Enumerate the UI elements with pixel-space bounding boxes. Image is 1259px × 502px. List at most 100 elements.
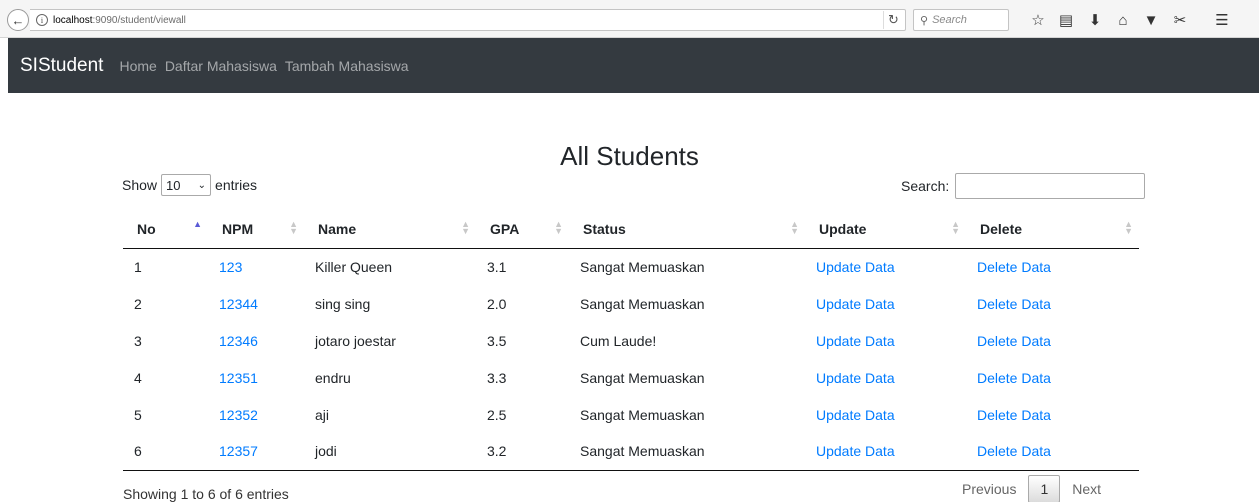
table-search-input[interactable] (955, 173, 1146, 199)
screenshot-icon[interactable]: ✂ (1170, 10, 1190, 30)
delete-data-link[interactable]: Delete Data (966, 322, 1139, 359)
table-row: 3 12346 jotaro joestar 3.5 Cum Laude! Up… (123, 322, 1139, 359)
delete-data-link[interactable]: Delete Data (966, 285, 1139, 322)
cell-status: Sangat Memuaskan (580, 295, 705, 312)
cell-no: 2 (134, 295, 142, 312)
pagination: Previous 1 Next (950, 475, 1113, 502)
sort-icon: ▲ ▼ (554, 219, 563, 236)
column-header-update[interactable]: Update ▲ ▼ (805, 210, 966, 249)
column-header-delete[interactable]: Delete ▲ ▼ (966, 210, 1139, 249)
pocket-icon[interactable]: ▼ (1141, 10, 1161, 30)
cell-status: Sangat Memuaskan (580, 406, 705, 423)
cell-gpa: 3.2 (476, 433, 569, 471)
delete-data-link[interactable]: Delete Data (966, 433, 1139, 471)
cell-no: 4 (134, 369, 142, 386)
table-row: 1 123 Killer Queen 3.1 Sangat Memuaskan … (123, 248, 1139, 285)
page-1-button[interactable]: 1 (1028, 475, 1061, 502)
site-navbar: SIStudent Home Daftar Mahasiswa Tambah M… (8, 38, 1259, 93)
search-icon: ⚲ (920, 14, 929, 27)
column-header-no[interactable]: No ▲ (123, 210, 208, 249)
students-table: No ▲ NPM ▲ ▼ Name ▲ ▼ GPA ▲ ▼ Status ▲ ▼ Update ▲ ▼… (123, 210, 1139, 471)
cell-name: Killer Queen (315, 258, 393, 275)
previous-button[interactable]: Previous (950, 475, 1028, 502)
cell-gpa: 3.3 (487, 369, 507, 386)
menu-icon[interactable]: ☰ (1212, 10, 1232, 30)
sort-asc-icon: ▲ (193, 219, 202, 229)
column-header-status[interactable]: Status ▲ ▼ (569, 210, 805, 249)
info-icon[interactable]: i (36, 14, 48, 26)
delete-data-link[interactable]: Delete Data (966, 396, 1139, 433)
page-title: All Students (560, 141, 699, 171)
delete-data-link[interactable]: Delete Data (966, 359, 1139, 396)
browser-search-placeholder: Search (932, 14, 967, 26)
cell-name: aji (315, 406, 330, 423)
delete-data-link[interactable]: Delete Data (966, 248, 1139, 285)
table-info: Showing 1 to 6 of 6 entries (123, 486, 289, 502)
cell-status: Sangat Memuaskan (580, 258, 705, 275)
npm-link[interactable]: 123 (208, 248, 304, 285)
cell-name: jodi (304, 433, 476, 471)
bookmark-star-icon[interactable]: ☆ (1028, 10, 1048, 30)
column-header-gpa[interactable]: GPA ▲ ▼ (476, 210, 569, 249)
table-search-label: Search: (901, 178, 950, 194)
browser-toolbar: ← i localhost:9090/student/viewall ↻ ⚲ S… (0, 0, 1259, 38)
npm-link[interactable]: 12351 (208, 359, 304, 396)
cell-name: sing sing (315, 295, 371, 312)
browser-search-input[interactable]: ⚲ Search (913, 9, 1009, 31)
table-row: 2 12344 sing sing 2.0 Sangat Memuaskan U… (123, 285, 1139, 322)
next-button[interactable]: Next (1060, 475, 1113, 502)
cell-status: Sangat Memuaskan (580, 369, 705, 386)
length-label-before: Show (122, 177, 158, 193)
cell-gpa: 2.0 (487, 295, 507, 312)
table-row: 6 12357 jodi 3.2 Sangat Memuaskan Update… (123, 433, 1139, 471)
length-value: 10 (166, 177, 181, 193)
update-data-link[interactable]: Update Data (805, 248, 966, 285)
cell-no: 6 (123, 433, 208, 471)
cell-gpa: 3.1 (487, 258, 507, 275)
update-data-link[interactable]: Update Data (805, 396, 966, 433)
npm-link[interactable]: 12352 (208, 396, 304, 433)
cell-status: Cum Laude! (580, 332, 657, 349)
npm-link[interactable]: 12357 (208, 433, 304, 471)
nav-link-daftar-mahasiswa[interactable]: Daftar Mahasiswa (165, 58, 277, 74)
url-path: :9090/student/viewall (92, 14, 186, 26)
reading-list-icon[interactable]: ▤ (1056, 10, 1076, 30)
sort-icon: ▲ ▼ (461, 219, 470, 236)
cell-gpa: 3.5 (487, 332, 507, 349)
url-host: localhost (53, 14, 93, 26)
cell-gpa: 2.5 (487, 406, 507, 423)
npm-link[interactable]: 12344 (208, 285, 304, 322)
nav-link-home[interactable]: Home (119, 58, 156, 74)
nav-link-tambah-mahasiswa[interactable]: Tambah Mahasiswa (285, 58, 409, 74)
sort-icon: ▲ ▼ (790, 219, 799, 236)
update-data-link[interactable]: Update Data (805, 433, 966, 471)
back-arrow-icon[interactable]: ← (7, 9, 29, 31)
sort-icon: ▲ ▼ (951, 219, 960, 236)
entries-length-select[interactable]: 10 ⌄ (161, 174, 212, 196)
chevron-down-icon: ⌄ (197, 179, 207, 191)
navbar-brand[interactable]: SIStudent (8, 55, 103, 77)
cell-no: 3 (134, 332, 142, 349)
table-row: 5 12352 aji 2.5 Sangat Memuaskan Update … (123, 396, 1139, 433)
update-data-link[interactable]: Update Data (805, 322, 966, 359)
update-data-link[interactable]: Update Data (805, 359, 966, 396)
column-header-name[interactable]: Name ▲ ▼ (304, 210, 476, 249)
download-icon[interactable]: ⬇ (1085, 10, 1105, 30)
table-search-control: Search: (901, 173, 1146, 199)
cell-name: jotaro joestar (315, 332, 396, 349)
sort-icon: ▲ ▼ (289, 219, 298, 236)
column-header-npm[interactable]: NPM ▲ ▼ (208, 210, 304, 249)
cell-no: 1 (134, 258, 142, 275)
address-bar[interactable]: i localhost:9090/student/viewall (30, 9, 906, 31)
sort-icon: ▲ ▼ (1124, 219, 1133, 236)
reload-icon[interactable]: ↻ (883, 11, 903, 29)
cell-status: Sangat Memuaskan (569, 433, 805, 471)
cell-no: 5 (134, 406, 142, 423)
length-label-after: entries (215, 177, 258, 193)
table-header-row: No ▲ NPM ▲ ▼ Name ▲ ▼ GPA ▲ ▼ Status ▲ ▼ Update ▲ ▼… (123, 210, 1139, 249)
table-row: 4 12351 endru 3.3 Sangat Memuaskan Updat… (123, 359, 1139, 396)
update-data-link[interactable]: Update Data (805, 285, 966, 322)
entries-length-control: Show 10 ⌄ entries (122, 174, 257, 196)
home-icon[interactable]: ⌂ (1113, 10, 1133, 30)
npm-link[interactable]: 12346 (208, 322, 304, 359)
